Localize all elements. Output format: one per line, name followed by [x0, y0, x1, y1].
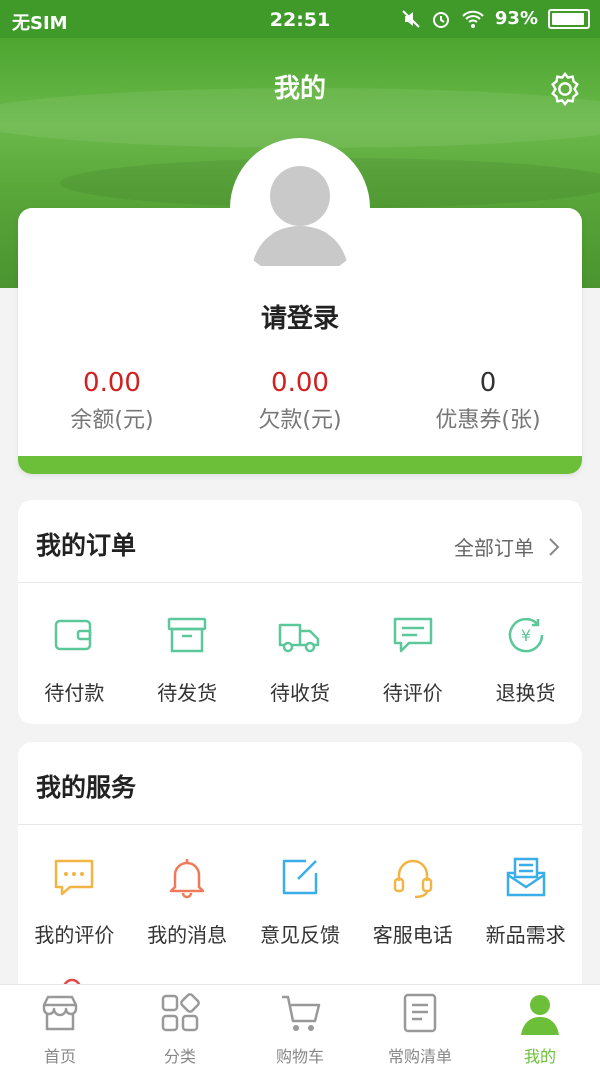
debt-stat[interactable]: 0.00 欠款(元)	[206, 368, 394, 434]
coupon-label: 优惠券(张)	[435, 408, 541, 433]
settings-gear-icon[interactable]	[546, 70, 584, 108]
service-hotline[interactable]: 客服电话	[356, 853, 469, 948]
tab-home[interactable]: 首页	[0, 985, 120, 1068]
battery-percent: 93%	[494, 8, 538, 29]
service-label: 新品需求	[485, 923, 566, 947]
coupon-stat[interactable]: 0 优惠券(张)	[394, 368, 582, 434]
orders-card-header: 我的订单 全部订单	[18, 500, 582, 583]
order-status-label: 待付款	[44, 681, 105, 705]
service-label: 我的消息	[147, 923, 228, 947]
bottom-tab-bar: 首页 分类 购物车 常购清单 我的	[0, 984, 600, 1068]
orders-card: 我的订单 全部订单 待付款 待发货 待收货 待评价 ¥ 退换货	[18, 500, 582, 724]
order-pending-review[interactable]: 待评价	[356, 611, 469, 706]
order-status-label: 退换货	[495, 681, 556, 705]
account-stats: 0.00 余额(元) 0.00 欠款(元) 0 优惠券(张)	[18, 368, 582, 434]
order-returns[interactable]: ¥ 退换货	[469, 611, 582, 706]
service-feedback[interactable]: 意见反馈	[244, 853, 357, 948]
tab-label: 首页	[43, 1047, 76, 1066]
all-orders-link[interactable]: 全部订单	[454, 532, 560, 561]
list-icon	[403, 993, 437, 1033]
tab-label: 常购清单	[387, 1047, 452, 1066]
headset-icon	[393, 859, 433, 899]
order-status-label: 待评价	[382, 681, 443, 705]
chat-dots-icon	[55, 859, 94, 896]
tab-label: 分类	[163, 1047, 196, 1066]
order-status-label: 待发货	[157, 681, 218, 705]
tab-label: 我的	[523, 1047, 556, 1066]
battery-icon	[548, 8, 590, 29]
service-label: 客服电话	[372, 923, 453, 947]
all-orders-label: 全部订单	[454, 536, 534, 560]
services-card-header: 我的服务	[18, 742, 582, 825]
order-pending-receipt[interactable]: 待收货	[244, 611, 357, 706]
service-new-product-request[interactable]: 新品需求	[469, 853, 582, 948]
orders-title: 我的订单	[36, 531, 137, 560]
order-status-grid: 待付款 待发货 待收货 待评价 ¥ 退换货	[18, 583, 582, 706]
avatar[interactable]	[230, 138, 370, 278]
comment-icon	[393, 617, 433, 653]
bell-icon	[169, 859, 205, 899]
tab-label: 购物车	[275, 1047, 324, 1066]
truck-icon	[278, 623, 320, 653]
edit-icon	[282, 859, 318, 895]
services-card: 我的服务 我的评价 我的消息 意见反馈 客服电话 新品需求	[18, 742, 582, 1018]
tab-category[interactable]: 分类	[120, 985, 240, 1068]
mail-list-icon	[506, 857, 545, 897]
debt-label: 欠款(元)	[258, 408, 342, 433]
tab-mine[interactable]: 我的	[480, 985, 600, 1068]
wallet-icon	[55, 619, 92, 651]
box-icon	[167, 617, 207, 653]
chevron-right-icon	[549, 537, 560, 556]
yen-return-icon: ¥	[508, 617, 543, 653]
order-pending-shipment[interactable]: 待发货	[131, 611, 244, 706]
mute-icon	[402, 9, 420, 28]
coupon-value: 0	[479, 368, 497, 398]
debt-value: 0.00	[271, 368, 329, 398]
default-avatar-icon	[231, 139, 369, 277]
balance-stat[interactable]: 0.00 余额(元)	[18, 368, 206, 434]
service-label: 我的评价	[34, 923, 115, 947]
order-status-label: 待收货	[269, 681, 330, 705]
service-my-messages[interactable]: 我的消息	[131, 853, 244, 948]
services-title: 我的服务	[36, 773, 137, 802]
user-icon	[521, 995, 559, 1035]
status-icons: 93%	[401, 8, 590, 29]
status-bar: 无SIM 22:51 93%	[0, 0, 600, 38]
order-pending-payment[interactable]: 待付款	[18, 611, 131, 706]
balance-value: 0.00	[83, 368, 141, 398]
service-my-reviews[interactable]: 我的评价	[18, 853, 131, 948]
tab-cart[interactable]: 购物车	[240, 985, 360, 1068]
card-accent-bar	[18, 456, 582, 474]
balance-label: 余额(元)	[70, 408, 154, 433]
shop-icon	[42, 995, 78, 1031]
service-label: 意见反馈	[259, 923, 340, 947]
alarm-icon	[432, 11, 449, 28]
tab-frequent-list[interactable]: 常购清单	[360, 985, 480, 1068]
wifi-icon	[462, 10, 484, 28]
svg-text:¥: ¥	[520, 626, 530, 645]
cart-icon	[282, 995, 321, 1031]
category-icon	[161, 993, 200, 1032]
login-prompt[interactable]: 请登录	[18, 298, 582, 335]
page-title: 我的	[273, 74, 326, 104]
